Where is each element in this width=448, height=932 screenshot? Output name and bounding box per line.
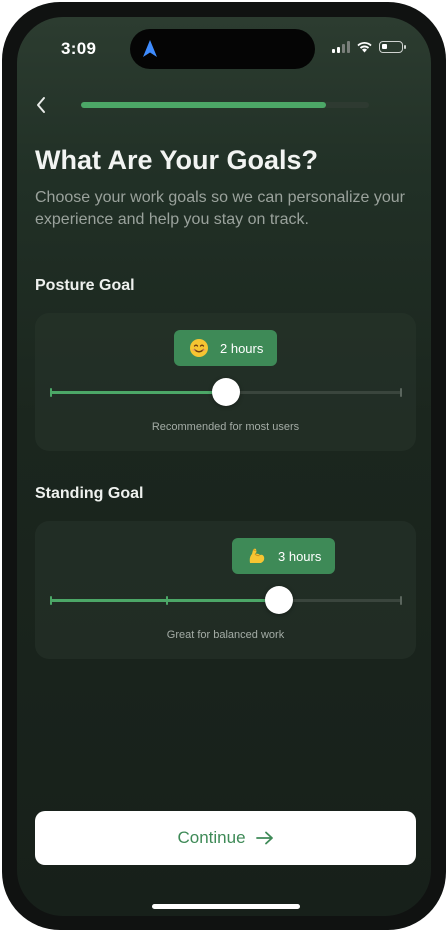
back-button[interactable] — [29, 93, 53, 117]
flexed-biceps-icon — [246, 545, 268, 567]
slider-tick — [166, 596, 168, 605]
standing-goal-value-badge: 3 hours — [232, 538, 336, 574]
status-time: 3:09 — [61, 39, 97, 58]
arrow-right-icon — [255, 831, 273, 845]
slider-fill — [50, 599, 279, 602]
posture-goal-label: Posture Goal — [35, 277, 135, 294]
home-indicator — [152, 904, 300, 909]
slider-fill — [50, 391, 226, 394]
posture-goal-value: 2 hours — [220, 340, 264, 356]
smiling-face-icon — [188, 337, 210, 359]
app-screen: 3:09 What Are Your Goals? Choose your wo… — [17, 17, 431, 916]
slider-thumb[interactable] — [212, 378, 240, 406]
navigation-arrow-icon — [143, 40, 157, 57]
posture-goal-hint: Recommended for most users — [151, 421, 300, 433]
slider-tick — [50, 596, 52, 605]
continue-label: Continue — [177, 828, 246, 847]
standing-goal-hint: Great for balanced work — [166, 629, 285, 641]
phone-frame: 3:09 What Are Your Goals? Choose your wo… — [2, 2, 446, 930]
slider-thumb[interactable] — [265, 586, 293, 614]
slider-tick — [400, 596, 402, 605]
slider-tick — [400, 388, 402, 397]
onboarding-progress-fill — [81, 102, 326, 108]
posture-goal-slider[interactable] — [50, 377, 402, 407]
page-subtitle: Choose your work goals so we can persona… — [35, 189, 405, 228]
wifi-icon — [357, 41, 372, 53]
battery-icon — [379, 41, 406, 53]
standing-goal-label: Standing Goal — [35, 485, 144, 502]
continue-button[interactable]: Continue — [35, 811, 416, 865]
standing-goal-value: 3 hours — [278, 548, 322, 564]
status-indicators — [332, 41, 406, 53]
slider-tick — [50, 388, 52, 397]
chevron-left-icon — [37, 97, 45, 113]
cellular-signal-icon — [332, 41, 350, 53]
onboarding-progress-bar — [81, 102, 369, 108]
standing-goal-slider[interactable] — [50, 585, 402, 615]
standing-goal-card: 3 hours Great for balanced work — [35, 521, 416, 659]
posture-goal-card: 2 hours Recommended for most users — [35, 313, 416, 451]
page-title: What Are Your Goals? — [35, 145, 319, 175]
posture-goal-value-badge: 2 hours — [174, 330, 278, 366]
dynamic-island — [130, 29, 315, 69]
